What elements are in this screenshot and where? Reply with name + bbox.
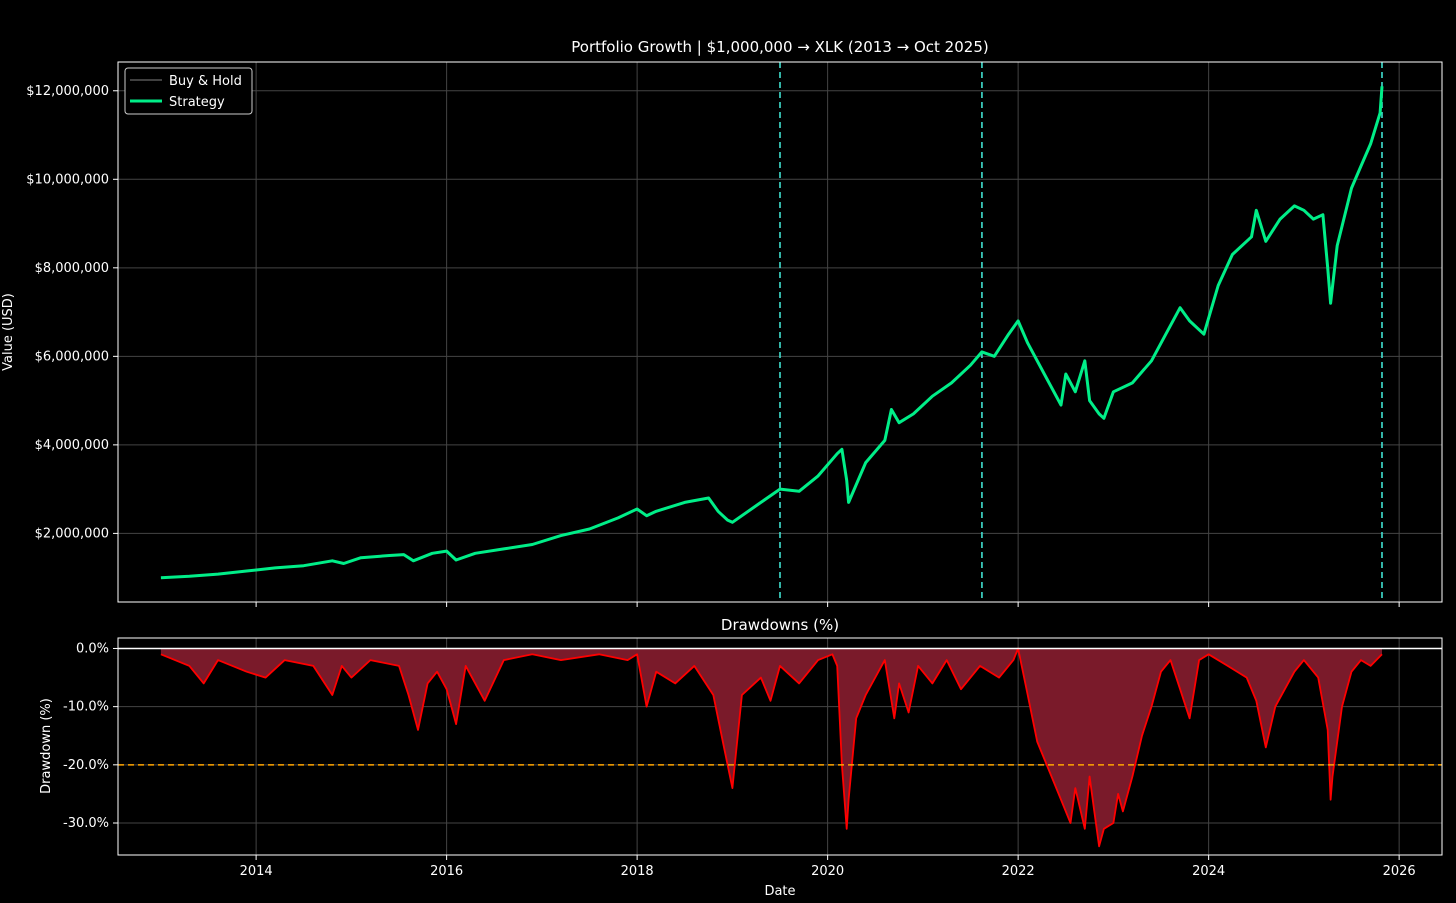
x-tick-label: 2022 <box>1002 864 1035 879</box>
y-tick-label: -10.0% <box>63 700 109 715</box>
y-tick-label: $4,000,000 <box>35 438 109 453</box>
y-tick-label: -20.0% <box>63 758 109 773</box>
legend-strategy-label: Strategy <box>169 95 225 110</box>
x-tick-label: 2014 <box>240 864 273 879</box>
y-tick-label: $10,000,000 <box>26 172 109 187</box>
legend: Buy & Hold Strategy <box>124 67 253 115</box>
x-axis-label: Date <box>764 884 795 899</box>
y-tick-label: $6,000,000 <box>35 349 109 364</box>
x-tick-label: 2018 <box>621 864 654 879</box>
x-tick-label: 2016 <box>430 864 463 879</box>
chart-canvas: Portfolio Growth | $1,000,000 → XLK (201… <box>0 0 1456 903</box>
x-tick-label: 2026 <box>1383 864 1416 879</box>
y-tick-label: -30.0% <box>63 816 109 831</box>
drawdown-title: Drawdowns (%) <box>721 616 839 634</box>
drawdown-y-axis-label: Drawdown (%) <box>39 698 54 794</box>
portfolio-title: Portfolio Growth | $1,000,000 → XLK (201… <box>571 38 988 56</box>
y-tick-label: $2,000,000 <box>35 526 109 541</box>
legend-buy-hold-label: Buy & Hold <box>169 74 242 89</box>
x-tick-label: 2020 <box>811 864 844 879</box>
y-tick-label: 0.0% <box>76 641 109 656</box>
portfolio-y-axis-label: Value (USD) <box>1 293 16 371</box>
y-tick-label: $8,000,000 <box>35 261 109 276</box>
y-tick-label: $12,000,000 <box>26 84 109 99</box>
x-tick-label: 2024 <box>1192 864 1225 879</box>
